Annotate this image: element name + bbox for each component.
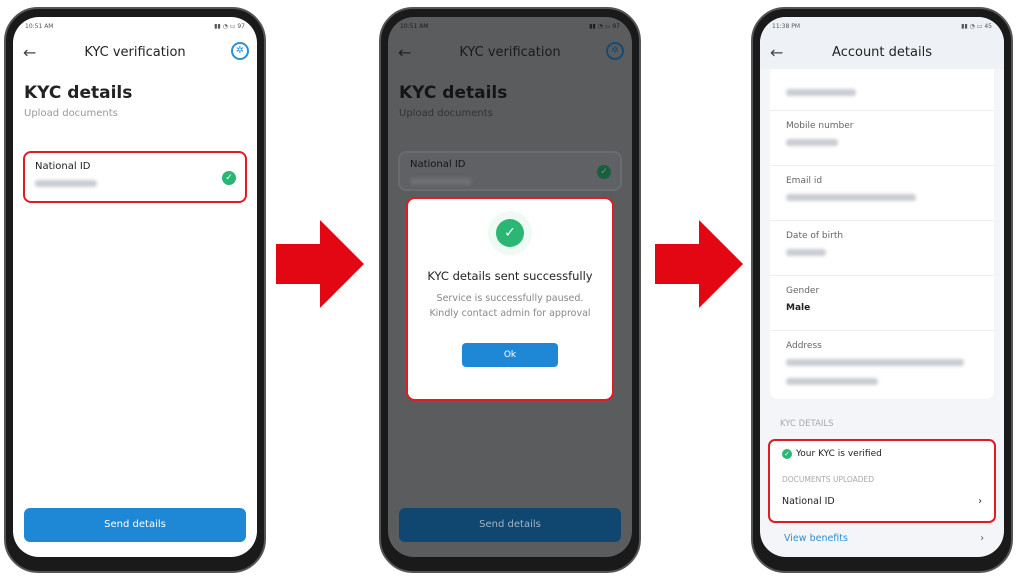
help-icon[interactable]: ✲ [231,42,249,60]
arrow-right-icon [655,220,743,308]
field-gender: Gender Male [770,276,994,331]
kyc-status-card: ✓ Your KYC is verified DOCUMENTS UPLOADED… [768,439,996,523]
document-name: National ID [410,159,466,170]
kyc-status-text: Your KYC is verified [796,449,882,459]
success-dialog: ✓ KYC details sent successfully Service … [406,197,614,401]
help-icon[interactable]: ✲ [606,42,624,60]
check-circle-icon: ✓ [222,171,236,185]
success-check-icon: ✓ [496,219,524,247]
status-time: 10:51 AM [400,22,429,30]
dimmed-screen: 10:51 AM ▮▮ ◔ ▭ 97 ← KYC verification ✲ KYC… [388,17,632,557]
redacted-id-number [35,180,97,187]
document-national-id-link[interactable]: National ID › [782,496,982,507]
arrow-right-icon [276,220,364,308]
redacted-value [786,359,964,366]
section-subheading: Upload documents [24,108,118,119]
back-arrow-icon[interactable]: ← [398,43,411,62]
back-arrow-icon[interactable]: ← [23,43,36,62]
ok-button[interactable]: Ok [462,343,558,367]
chevron-right-icon: › [978,496,982,507]
status-time: 10:51 AM [25,22,54,30]
battery-level: ▮▮ ◔ ▭ 97 [589,22,620,30]
documents-uploaded-label: DOCUMENTS UPLOADED [782,475,875,484]
check-circle-icon: ✓ [597,165,611,179]
redacted-full-name [786,89,856,96]
redacted-value [786,139,838,146]
battery-level: ▮▮ ◔ ▭ 97 [214,22,245,30]
check-circle-icon: ✓ [782,449,792,459]
status-bar: 11:38 PM ▮▮ ◔ ▭ 45 [760,17,1004,35]
page-title: Account details [832,44,932,60]
dialog-message: Service is successfully paused. Kindly c… [429,293,591,319]
send-details-button[interactable]: Send details [24,508,246,542]
status-bar: 10:51 AM ▮▮ ◔ ▭ 97 [13,17,257,35]
phone-account-details: 11:38 PM ▮▮ ◔ ▭ 45 ← Account details Mobil… [751,7,1013,573]
field-address: Address [770,331,994,399]
field-dob: Date of birth [770,221,994,276]
kyc-section-label: KYC DETAILS [780,419,834,429]
dialog-title: KYC details sent successfully [427,269,593,283]
send-details-button[interactable]: Send details [399,508,621,542]
redacted-id-number [410,178,472,185]
section-heading: KYC details [24,83,133,103]
status-time: 11:38 PM [772,22,800,30]
section-heading: KYC details [399,83,508,103]
redacted-value [786,378,878,385]
chevron-right-icon: › [980,533,984,544]
page-title: KYC verification [84,44,186,60]
field-mobile: Mobile number [770,111,994,166]
phone-kyc-success: 10:51 AM ▮▮ ◔ ▭ 97 ← KYC verification ✲ KYC… [379,7,641,573]
redacted-value [786,194,916,201]
page-title: KYC verification [459,44,561,60]
back-arrow-icon[interactable]: ← [770,43,783,62]
field-email: Email id [770,166,994,221]
document-card-national-id[interactable]: National ID ✓ [23,151,247,203]
account-info-card: Mobile number Email id Date of birth Gen… [770,69,994,399]
status-bar: 10:51 AM ▮▮ ◔ ▭ 97 [388,17,632,35]
section-subheading: Upload documents [399,108,493,119]
view-benefits-link[interactable]: View benefits › [784,533,984,544]
phone-kyc-upload: 10:51 AM ▮▮ ◔ ▭ 97 ← KYC verification ✲ KYC… [4,7,266,573]
battery-level: ▮▮ ◔ ▭ 45 [961,22,992,30]
document-card-national-id[interactable]: National ID ✓ [398,151,622,191]
redacted-value [786,249,826,256]
document-name: National ID [35,161,91,172]
